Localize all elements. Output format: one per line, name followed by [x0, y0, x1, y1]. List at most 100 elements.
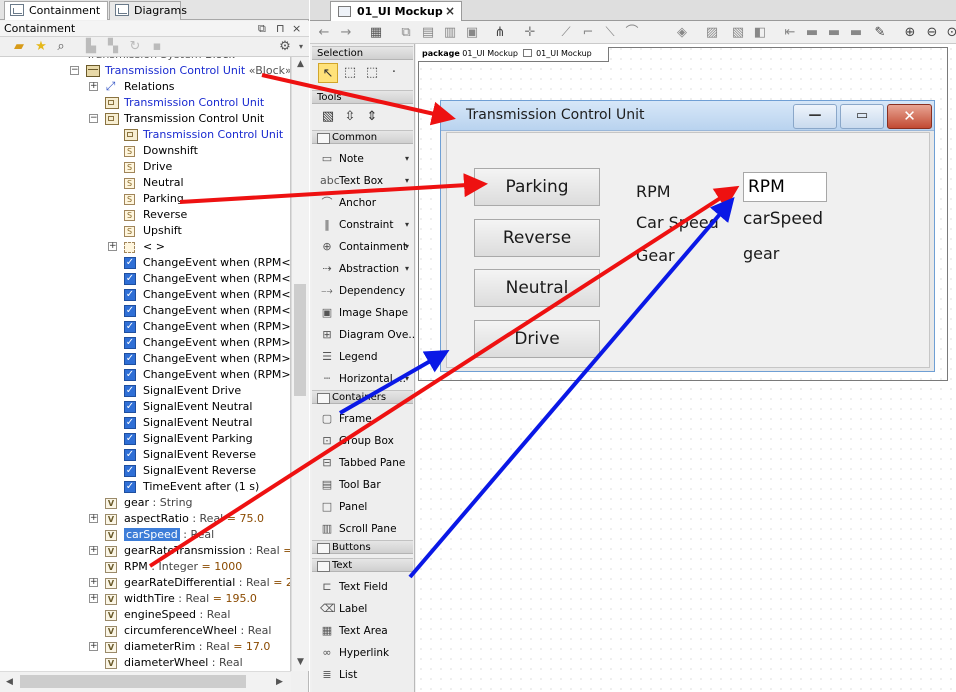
- tree-row[interactable]: ✓ TimeEvent after (1 s): [0, 479, 290, 495]
- drive-button[interactable]: Drive: [474, 320, 600, 358]
- palette-item-image-shape[interactable]: ▣ Image Shape: [312, 302, 413, 324]
- bezier-icon[interactable]: ⌒: [624, 25, 640, 40]
- tree-row[interactable]: + VgearRateTransmission : Real = 3.42: [0, 543, 290, 559]
- expand-node-icon[interactable]: +: [89, 82, 98, 91]
- tree-row[interactable]: + VgearRateDifferential : Real = 2.97: [0, 575, 290, 591]
- palette-item-dependency[interactable]: ⤍ Dependency: [312, 280, 413, 302]
- marquee-select-icon[interactable]: ⬚: [340, 63, 360, 83]
- font-style-icon[interactable]: ◧: [752, 25, 768, 40]
- palette-section-text[interactable]: Text: [312, 558, 413, 572]
- tree-row[interactable]: + ⤢ Relations: [0, 79, 290, 95]
- tree-row[interactable]: VcircumferenceWheel : Real: [0, 623, 290, 639]
- tree-row[interactable]: V RPM : Integer = 1000: [0, 559, 290, 575]
- paste-icon[interactable]: ▤: [420, 25, 436, 40]
- copy-icon[interactable]: ⧉: [398, 25, 414, 40]
- palette-item-abstraction[interactable]: ⇢ Abstraction ▾: [312, 258, 413, 280]
- tree-row[interactable]: + < >: [0, 239, 290, 255]
- tree-row[interactable]: + VdiameterRim : Real = 17.0: [0, 639, 290, 655]
- palette-item-hyperlink[interactable]: ∞ Hyperlink: [312, 642, 413, 664]
- tree-row[interactable]: S Upshift: [0, 223, 290, 239]
- tree-row[interactable]: S Reverse: [0, 207, 290, 223]
- expand-icon[interactable]: ▚: [106, 40, 120, 54]
- tree-row[interactable]: Transmission Control Unit: [0, 127, 290, 143]
- tree-row[interactable]: + VaspectRatio : Real = 75.0: [0, 511, 290, 527]
- open-folder-icon[interactable]: ▰: [12, 40, 26, 54]
- expand-node-icon[interactable]: +: [89, 642, 98, 651]
- order-back-icon[interactable]: ▬: [826, 25, 842, 40]
- palette-item-text-box[interactable]: abc Text Box ▾: [312, 170, 413, 192]
- rpm-text-field[interactable]: RPM: [743, 172, 827, 202]
- close-panel-icon[interactable]: ×: [292, 22, 301, 35]
- palette-section-buttons[interactable]: Buttons: [312, 540, 413, 554]
- tree-row[interactable]: Vgear : String: [0, 495, 290, 511]
- pointer-tool-icon[interactable]: ↖: [318, 63, 338, 83]
- palette-item-group-box[interactable]: ⊡ Group Box: [312, 430, 413, 452]
- align-icon[interactable]: ✛: [522, 25, 538, 40]
- tree-row[interactable]: S Drive: [0, 159, 290, 175]
- palette-section-containers[interactable]: Containers: [312, 390, 413, 404]
- scroll-down-icon[interactable]: ▼: [297, 657, 304, 667]
- tree-row[interactable]: ✓ SignalEvent Reverse: [0, 463, 290, 479]
- palette-item-note[interactable]: ▭ Note ▾: [312, 148, 413, 170]
- distribute-tool-icon[interactable]: ⇕: [362, 107, 382, 127]
- format-icon[interactable]: ▣: [464, 25, 480, 40]
- delete-icon[interactable]: ▥: [442, 25, 458, 40]
- tab-containment[interactable]: Containment: [4, 1, 108, 20]
- minimize-button[interactable]: —: [793, 104, 837, 129]
- expand-node-icon[interactable]: +: [108, 242, 117, 251]
- tree-row[interactable]: − Transmission Control Unit: [0, 111, 290, 127]
- tree-vertical-scroll-thumb[interactable]: [294, 284, 306, 396]
- palette-item-text-field[interactable]: ⊏ Text Field: [312, 576, 413, 598]
- search-icon[interactable]: ⌕: [54, 40, 68, 54]
- line-style-icon[interactable]: ▧: [730, 25, 746, 40]
- more-tools-icon[interactable]: ·: [384, 63, 404, 83]
- tree-row[interactable]: − Transmission Control Unit «Block»: [0, 63, 290, 79]
- palette-section-selection[interactable]: Selection: [312, 46, 413, 60]
- image-tool-icon[interactable]: ▧: [318, 107, 338, 127]
- validate-icon[interactable]: ✎: [872, 25, 888, 40]
- tree-row[interactable]: VengineSpeed : Real: [0, 607, 290, 623]
- path-style-icon[interactable]: ⟋: [558, 25, 574, 40]
- tree-row[interactable]: ✓ ChangeEvent when (RPM<=700: [0, 271, 290, 287]
- tree-horizontal-scroll-thumb[interactable]: [20, 675, 246, 688]
- tree-row[interactable]: S Downshift: [0, 143, 290, 159]
- containment-tree[interactable]: Transmission System Block − Transmission C…: [0, 57, 291, 671]
- palette-item-tool-bar[interactable]: ▤ Tool Bar: [312, 474, 413, 496]
- order-front-icon[interactable]: ▬: [804, 25, 820, 40]
- palette-section-common[interactable]: Common: [312, 130, 413, 144]
- forward-arrow-icon[interactable]: →: [338, 25, 354, 40]
- tree-row[interactable]: Transmission Control Unit: [0, 95, 290, 111]
- tree-row[interactable]: ✓ SignalEvent Reverse: [0, 447, 290, 463]
- scroll-right-icon[interactable]: ▶: [276, 677, 283, 687]
- tree-row[interactable]: VcarSpeed : Real: [0, 527, 290, 543]
- palette-item-panel[interactable]: □ Panel: [312, 496, 413, 518]
- shape-style-icon[interactable]: ▨: [704, 25, 720, 40]
- tree-row[interactable]: ✓ ChangeEvent when (RPM<=700: [0, 287, 290, 303]
- chevron-down-icon[interactable]: ▾: [294, 40, 308, 54]
- maximize-button[interactable]: ▭: [840, 104, 884, 129]
- neutral-button[interactable]: Neutral: [474, 269, 600, 307]
- tree-row[interactable]: S Neutral: [0, 175, 290, 191]
- expand-node-icon[interactable]: +: [89, 546, 98, 555]
- chevron-down-icon[interactable]: ▾: [405, 236, 409, 258]
- oblique-icon[interactable]: ⟍: [602, 25, 618, 40]
- zoom-out-icon[interactable]: ⊖: [924, 25, 940, 40]
- lasso-select-icon[interactable]: ⬚: [362, 63, 382, 83]
- palette-item-anchor[interactable]: ⌒ Anchor: [312, 192, 413, 214]
- tree-row[interactable]: S Parking: [0, 191, 290, 207]
- palette-item-legend[interactable]: ☰ Legend: [312, 346, 413, 368]
- chevron-down-icon[interactable]: ▾: [405, 170, 409, 192]
- group-icon[interactable]: ▬: [848, 25, 864, 40]
- align-tool-icon[interactable]: ⇳: [340, 107, 360, 127]
- tree-row[interactable]: + VwidthTire : Real = 195.0: [0, 591, 290, 607]
- diagram-structure-icon[interactable]: ▦: [368, 25, 384, 40]
- palette-item-tabbed-pane[interactable]: ⊟ Tabbed Pane: [312, 452, 413, 474]
- zoom-fit-icon[interactable]: ⊙: [944, 25, 956, 40]
- palette-item-label[interactable]: ⌫ Label: [312, 598, 413, 620]
- tree-row[interactable]: ✓ ChangeEvent when (RPM<=700: [0, 255, 290, 271]
- palette-item-list[interactable]: ≣ List: [312, 664, 413, 686]
- back-arrow-icon[interactable]: ←: [316, 25, 332, 40]
- tree-row[interactable]: ✓ ChangeEvent when (RPM>=250: [0, 367, 290, 383]
- reverse-button[interactable]: Reverse: [474, 219, 600, 257]
- tree-row[interactable]: ✓ SignalEvent Neutral: [0, 399, 290, 415]
